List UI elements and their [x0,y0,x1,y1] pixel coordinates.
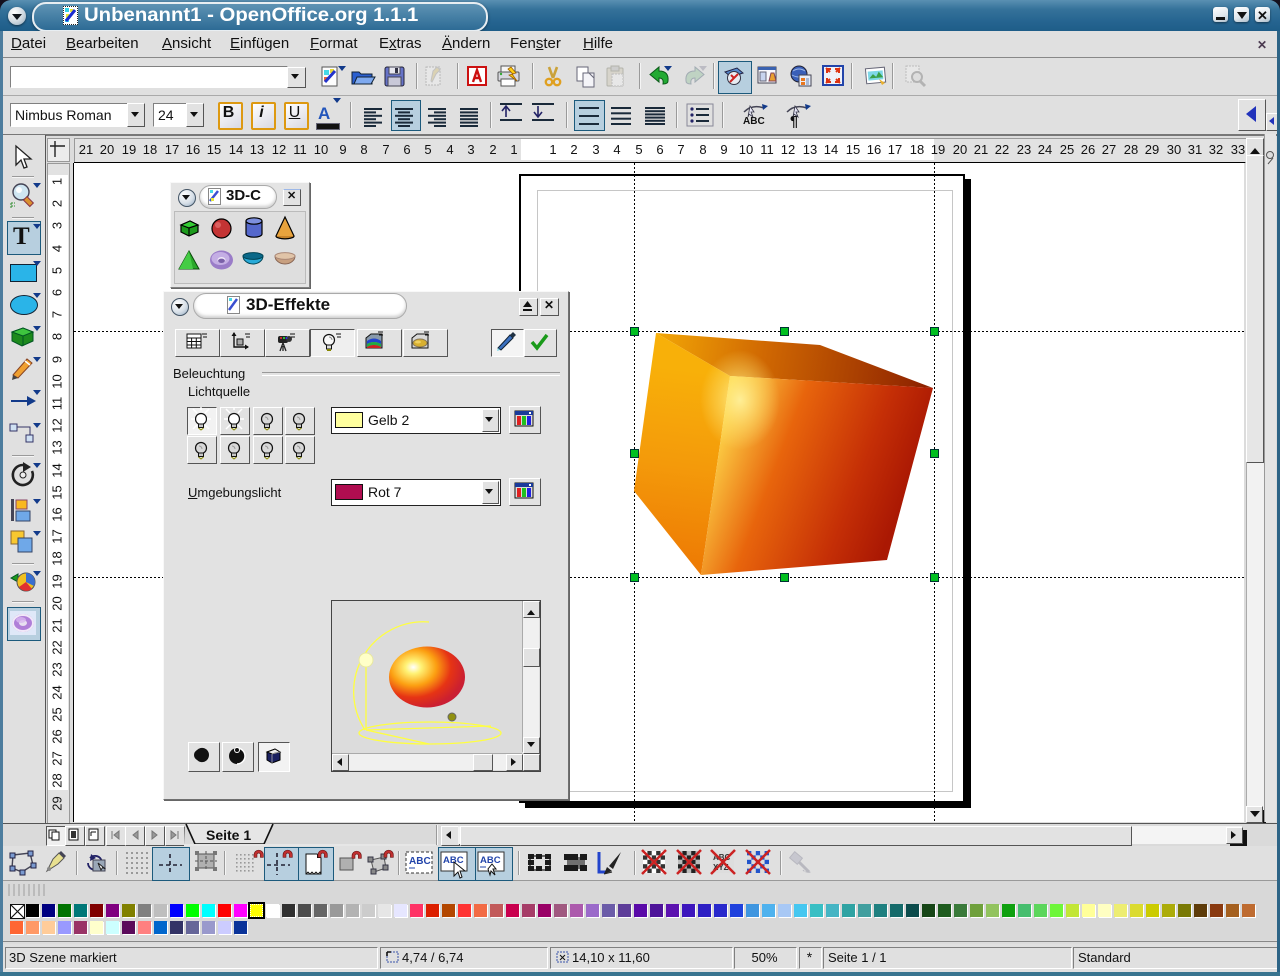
svg-text:ABC: ABC [409,856,431,867]
svg-text:ABC: ABC [743,116,765,127]
svg-text:ABC: ABC [443,855,464,866]
svg-text:ABC: ABC [480,855,501,866]
